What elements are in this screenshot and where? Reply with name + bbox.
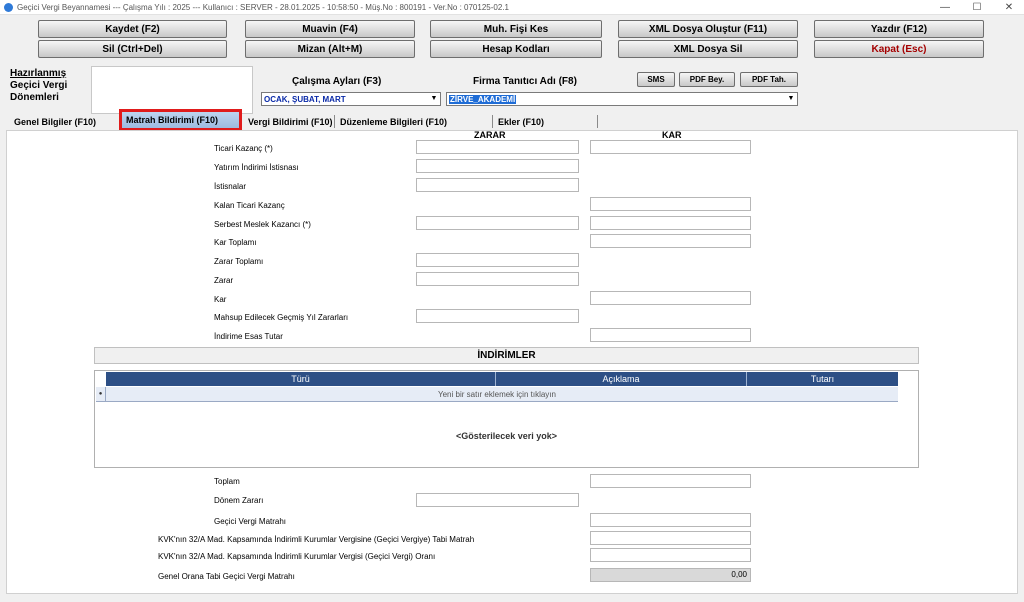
ticari-kazanc-kar-field[interactable] [590, 140, 751, 154]
kvk-orani-label: KVK'nın 32/A Mad. Kapsamında İndirimli K… [158, 552, 436, 561]
chevron-down-icon[interactable]: ▼ [429, 94, 439, 104]
firma-tanitici-value: ZİRVE_AKADEMİ [449, 94, 517, 104]
genel-orana-field: 0,00 [590, 568, 751, 582]
gecici-matrah-label: Geçici Vergi Matrahı [214, 517, 287, 526]
col-turu-header[interactable]: Türü [106, 372, 496, 386]
zarar-label: Zarar [214, 276, 234, 285]
mahsup-label: Mahsup Edilecek Geçmiş Yıl Zararları [214, 313, 349, 322]
hazirlanmis-line2: Geçici Vergi [10, 80, 68, 91]
zarar-column-header: ZARAR [474, 130, 506, 140]
sil-button[interactable]: Sil (Ctrl+Del) [38, 40, 227, 58]
indirimler-grid-header: Türü Açıklama Tutarı [106, 372, 898, 386]
kvk-matrah-label: KVK'nın 32/A Mad. Kapsamında İndirimli K… [158, 535, 475, 544]
ticari-kazanc-label: Ticari Kazanç (*) [214, 144, 273, 153]
title-bar: Geçici Vergi Beyannamesi --- Çalışma Yıl… [0, 0, 1024, 15]
sms-button[interactable]: SMS [637, 72, 675, 87]
zarar-toplami-label: Zarar Toplamı [214, 257, 264, 266]
kapat-button[interactable]: Kapat (Esc) [814, 40, 984, 58]
hesap-kodlari-button[interactable]: Hesap Kodları [430, 40, 602, 58]
hazirlanmis-line1: Hazırlanmış [10, 68, 67, 79]
mizan-button[interactable]: Mizan (Alt+M) [245, 40, 415, 58]
ticari-kazanc-zarar-field[interactable] [416, 140, 579, 154]
close-window-button[interactable]: ✕ [994, 0, 1024, 15]
indirime-esas-label: İndirime Esas Tutar [214, 332, 283, 341]
serbest-meslek-zarar-field[interactable] [416, 216, 579, 230]
toplam-field[interactable] [590, 474, 751, 488]
firma-tanitici-combo[interactable]: ZİRVE_AKADEMİ ▼ [446, 92, 798, 106]
hazirlanmis-donemler-label: Hazırlanmış Geçici Vergi Dönemleri [10, 68, 67, 104]
muavin-button[interactable]: Muavin (F4) [245, 20, 415, 38]
kalan-ticari-field[interactable] [590, 197, 751, 211]
yatirim-indirimi-label: Yatırım İndirimi İstisnası [214, 163, 299, 172]
indirime-esas-field[interactable] [590, 328, 751, 342]
firma-tanitici-label: Firma Tanıtıcı Adı (F8) [473, 76, 577, 87]
pdf-bey-button[interactable]: PDF Bey. [679, 72, 735, 87]
serbest-meslek-kar-field[interactable] [590, 216, 751, 230]
zarar-field[interactable] [416, 272, 579, 286]
kar-toplami-field[interactable] [590, 234, 751, 248]
donem-zarari-field[interactable] [416, 493, 579, 507]
yatirim-indirimi-field[interactable] [416, 159, 579, 173]
hazirlanmis-donemler-list[interactable] [91, 66, 253, 114]
calisma-aylari-combo[interactable]: OCAK, ŞUBAT, MART ▼ [261, 92, 441, 106]
tab-separator [492, 115, 493, 128]
hazirlanmis-line3: Dönemleri [10, 92, 59, 103]
kar-toplami-label: Kar Toplamı [214, 238, 257, 247]
kvk-orani-field[interactable] [590, 548, 751, 562]
tab-separator [334, 115, 335, 128]
kar-field[interactable] [590, 291, 751, 305]
tab-genel-bilgiler[interactable]: Genel Bilgiler (F10) [10, 113, 114, 130]
tab-separator [597, 115, 598, 128]
serbest-meslek-label: Serbest Meslek Kazancı (*) [214, 220, 311, 229]
tab-vergi-bildirimi[interactable]: Vergi Bildirimi (F10) [244, 113, 334, 130]
kar-column-header: KAR [662, 130, 682, 140]
calisma-aylari-label: Çalışma Ayları (F3) [292, 76, 382, 87]
minimize-button[interactable]: — [930, 0, 960, 15]
grid-empty-text: <Gösterilecek veri yok> [455, 431, 558, 441]
zarar-toplami-field[interactable] [416, 253, 579, 267]
row-indicator-icon: ● [96, 387, 106, 402]
kalan-ticari-label: Kalan Ticari Kazanç [214, 201, 285, 210]
chevron-down-icon[interactable]: ▼ [786, 94, 796, 104]
tab-matrah-bildirimi[interactable]: Matrah Bildirimi (F10) [119, 109, 242, 131]
col-aciklama-header[interactable]: Açıklama [496, 372, 747, 386]
tab-strip: Genel Bilgiler (F10) Matrah Bildirimi (F… [0, 109, 1024, 131]
yazdir-button[interactable]: Yazdır (F12) [814, 20, 984, 38]
tab-duzenleme-bilgileri[interactable]: Düzenleme Bilgileri (F10) [336, 113, 492, 130]
xml-dosya-olustur-button[interactable]: XML Dosya Oluştur (F11) [618, 20, 798, 38]
gecici-matrah-field[interactable] [590, 513, 751, 527]
donem-zarari-label: Dönem Zararı [214, 496, 264, 505]
mahsup-field[interactable] [416, 309, 579, 323]
indirimler-grid[interactable]: Türü Açıklama Tutarı Yeni bir satır ekle… [94, 370, 919, 468]
indirimler-section-title: İNDİRİMLER [94, 347, 919, 364]
istisnalar-label: İstisnalar [214, 182, 247, 191]
calisma-aylari-value: OCAK, ŞUBAT, MART [264, 94, 346, 104]
muh-fisi-kes-button[interactable]: Muh. Fişi Kes [430, 20, 602, 38]
maximize-button[interactable]: ☐ [962, 0, 992, 15]
istisnalar-field[interactable] [416, 178, 579, 192]
grid-new-row[interactable]: Yeni bir satır eklemek için tıklayın [96, 387, 898, 402]
genel-orana-label: Genel Orana Tabi Geçici Vergi Matrahı [158, 572, 295, 581]
window-title: Geçici Vergi Beyannamesi --- Çalışma Yıl… [17, 2, 509, 12]
app-icon [4, 2, 13, 12]
kaydet-button[interactable]: Kaydet (F2) [38, 20, 227, 38]
kvk-matrah-field[interactable] [590, 531, 751, 545]
xml-dosya-sil-button[interactable]: XML Dosya Sil [618, 40, 798, 58]
kar-label: Kar [214, 295, 227, 304]
pdf-tah-button[interactable]: PDF Tah. [740, 72, 798, 87]
tab-ekler[interactable]: Ekler (F10) [494, 113, 594, 130]
col-tutari-header[interactable]: Tutarı [747, 372, 898, 386]
toplam-label: Toplam [214, 477, 240, 486]
